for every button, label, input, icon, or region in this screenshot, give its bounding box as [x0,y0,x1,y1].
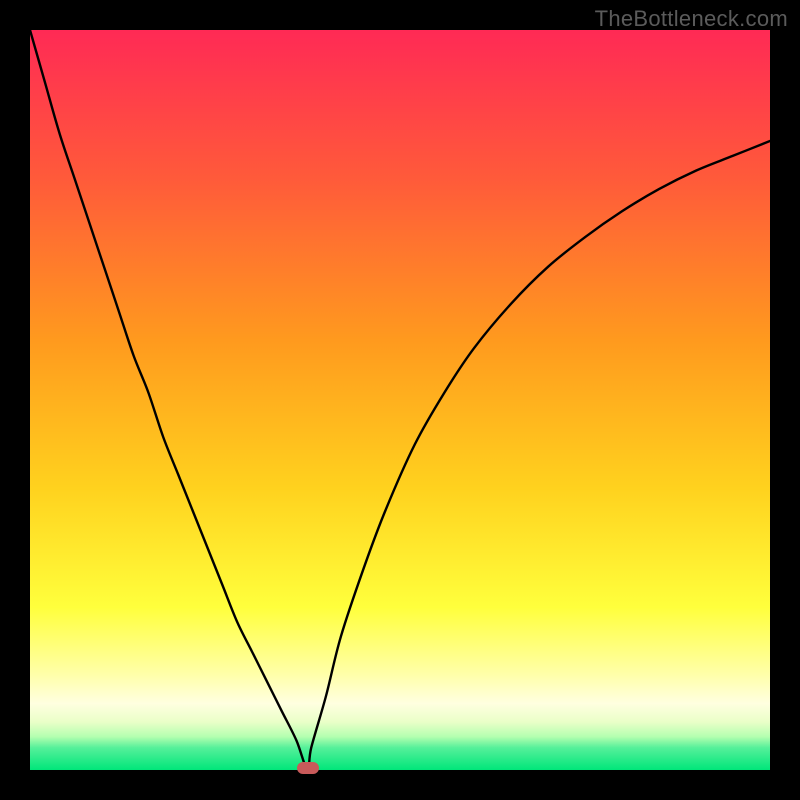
plot-area [30,30,770,770]
minimum-marker [297,762,319,774]
curve-layer [30,30,770,770]
watermark-label: TheBottleneck.com [595,6,788,32]
chart-frame: TheBottleneck.com [0,0,800,800]
bottleneck-curve [30,30,770,770]
